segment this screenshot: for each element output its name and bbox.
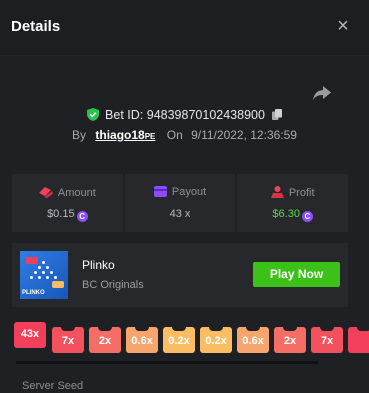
username-suffix: PE bbox=[144, 132, 156, 141]
multiplier-slot: 43x bbox=[14, 322, 46, 348]
username-link[interactable]: thiago18PE bbox=[95, 128, 155, 142]
play-now-button[interactable]: Play Now bbox=[253, 262, 340, 287]
stat-profit: Profit $6.30 C bbox=[237, 174, 349, 232]
payout-value: 43 x bbox=[169, 208, 191, 220]
multiplier-slot: 0.2x bbox=[200, 327, 232, 353]
share-icon[interactable] bbox=[313, 86, 331, 100]
multiplier-slot: 2x bbox=[274, 327, 306, 353]
amount-icon bbox=[38, 187, 53, 198]
bet-id-label: Bet ID: bbox=[105, 108, 144, 122]
copy-icon[interactable] bbox=[272, 109, 283, 120]
bet-byline: By thiago18PE On 9/11/2022, 12:36:59 bbox=[0, 128, 369, 144]
by-label: By bbox=[72, 128, 87, 142]
coin-icon: C bbox=[76, 211, 88, 222]
multiplier-slot: 0.2x bbox=[163, 327, 195, 353]
multiplier-slot: 0.6x bbox=[237, 327, 269, 353]
game-thumbnail[interactable]: PLINKO bbox=[20, 251, 68, 299]
multiplier-slot: 7x bbox=[52, 327, 84, 353]
thumb-label: PLINKO bbox=[22, 290, 45, 296]
multiplier-slot: 7x bbox=[311, 327, 343, 353]
payout-label: Payout bbox=[171, 186, 207, 198]
multiplier-slot bbox=[348, 327, 369, 353]
coin-icon: C bbox=[301, 211, 313, 222]
multiplier-slot: 2x bbox=[89, 327, 121, 353]
profit-label: Profit bbox=[288, 187, 315, 199]
game-card: PLINKO Plinko BC Originals Play Now bbox=[12, 243, 348, 307]
bet-stats: Amount $0.15 C Payout 43 x Profit $6.30 C bbox=[12, 174, 349, 232]
page-title: Details bbox=[11, 18, 61, 35]
bet-id-line: Bet ID: 94839870102438900 bbox=[0, 108, 369, 124]
payout-card-icon bbox=[153, 186, 167, 197]
amount-value: $0.15 bbox=[47, 208, 75, 220]
stat-amount: Amount $0.15 C bbox=[12, 174, 123, 232]
bet-datetime: 9/11/2022, 12:36:59 bbox=[191, 128, 297, 142]
bet-id-value: 94839870102438900 bbox=[146, 108, 265, 122]
game-name: Plinko bbox=[82, 258, 115, 272]
server-seed-label: Server Seed bbox=[22, 380, 84, 392]
on-label: On bbox=[166, 128, 183, 142]
details-header: Details × bbox=[0, 0, 369, 56]
game-provider: BC Originals bbox=[82, 279, 144, 291]
shield-check-icon bbox=[86, 108, 99, 121]
multiplier-row: 43x 7x 2x 0.6x 0.2x 0.2x 0.6x 2x 7x bbox=[14, 322, 369, 356]
multiplier-slot: 0.6x bbox=[126, 327, 158, 353]
stat-payout: Payout 43 x bbox=[124, 174, 236, 232]
username-text: thiago18 bbox=[95, 128, 145, 142]
profit-icon bbox=[270, 186, 284, 198]
close-icon[interactable]: × bbox=[333, 14, 353, 38]
amount-label: Amount bbox=[57, 187, 96, 199]
profit-value: $6.30 bbox=[272, 208, 300, 220]
multiplier-track bbox=[16, 361, 318, 364]
